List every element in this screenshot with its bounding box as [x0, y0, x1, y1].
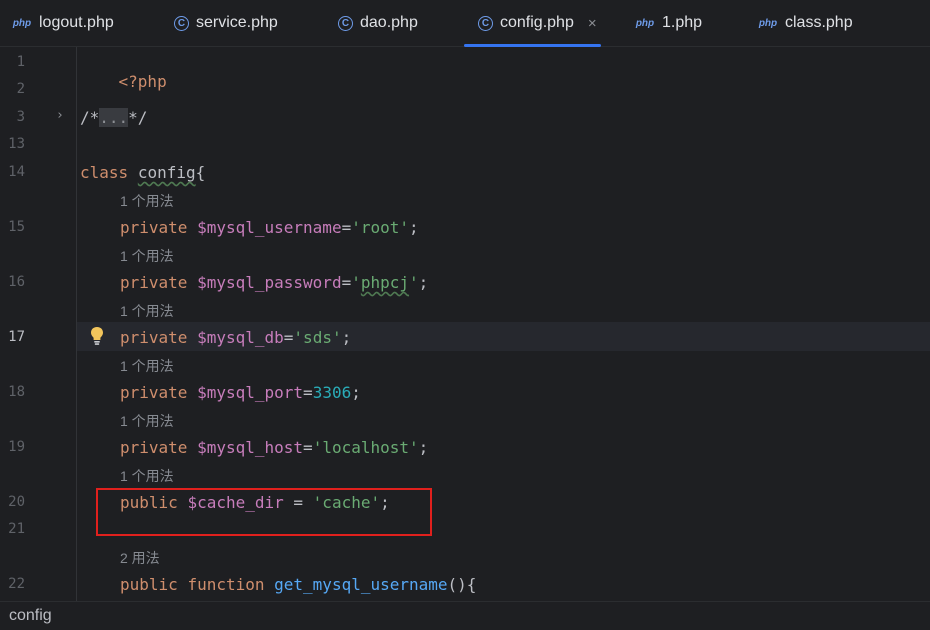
tab-service-php[interactable]: C service.php	[174, 0, 278, 46]
code-line-14: class config{	[80, 163, 205, 182]
parens: (){	[447, 575, 477, 594]
tab-label: 1.php	[662, 14, 703, 31]
variable: $mysql_port	[197, 383, 304, 402]
tab-dao-php[interactable]: C dao.php	[338, 0, 418, 46]
line-number: 22	[8, 576, 25, 592]
line-number: 21	[8, 521, 25, 537]
string: 'root'	[351, 218, 410, 237]
tab-logout-php[interactable]: php logout.php	[12, 0, 114, 46]
comment-open: /*	[80, 108, 100, 127]
line-number: 13	[8, 136, 25, 152]
keyword: public	[120, 575, 178, 594]
semicolon: ;	[409, 218, 419, 237]
php-file-icon: php	[12, 17, 32, 29]
usage-hint[interactable]: 1 个用法	[120, 466, 174, 486]
number: 3306	[312, 383, 352, 402]
line-number: 18	[8, 384, 25, 400]
function-name: get_mysql_username	[274, 575, 448, 594]
line-number: 1	[16, 54, 25, 70]
keyword: private	[120, 383, 188, 402]
string-quote: '	[351, 273, 361, 292]
class-file-icon: C	[478, 15, 493, 31]
code-line-16: private $mysql_password='phpcj';	[120, 273, 428, 292]
keyword: private	[120, 273, 188, 292]
keyword: private	[120, 218, 188, 237]
semicolon: ;	[418, 273, 429, 292]
fold-expand-icon[interactable]: ›	[56, 108, 64, 123]
code-line-15: private $mysql_username='root';	[120, 218, 419, 237]
variable: $mysql_password	[197, 273, 342, 292]
highlight-annotation-box	[96, 488, 432, 536]
line-number: 19	[8, 439, 25, 455]
code-line-17: private $mysql_db='sds';	[120, 328, 351, 347]
string-quote: '	[409, 273, 419, 292]
operator: =	[303, 438, 313, 457]
close-icon[interactable]: ×	[588, 15, 597, 32]
line-number: 14	[8, 164, 25, 180]
tab-1-php[interactable]: php 1.php	[635, 0, 702, 46]
operator: =	[303, 383, 313, 402]
variable: $mysql_username	[197, 218, 342, 237]
code-line-3: /*...*/	[80, 108, 147, 127]
string: 'sds'	[293, 328, 342, 347]
line-number-current: 17	[8, 329, 25, 345]
usage-hint[interactable]: 1 个用法	[120, 246, 174, 266]
php-file-icon: php	[635, 17, 655, 29]
breadcrumb-bar: config	[0, 601, 930, 630]
tab-label: logout.php	[39, 14, 114, 31]
brace: {	[195, 163, 206, 182]
semicolon: ;	[341, 328, 352, 347]
usage-hint[interactable]: 1 个用法	[120, 301, 174, 321]
usage-hint[interactable]: 2 用法	[120, 548, 160, 568]
code-line-18: private $mysql_port=3306;	[120, 383, 361, 402]
class-name: config	[137, 163, 196, 182]
class-file-icon: C	[174, 15, 189, 31]
tab-label: service.php	[196, 14, 278, 31]
keyword: class	[80, 163, 129, 182]
line-number: 3	[16, 109, 25, 125]
keyword: function	[187, 575, 265, 594]
folded-comment-placeholder[interactable]: ...	[99, 108, 129, 127]
operator: =	[283, 328, 294, 347]
line-number: 20	[8, 494, 25, 510]
line-number: 2	[16, 81, 25, 97]
line-number: 15	[8, 219, 25, 235]
semicolon: ;	[351, 383, 361, 402]
string: 'localhost'	[312, 438, 419, 457]
tab-label: class.php	[785, 14, 853, 31]
code-line-22: public function get_mysql_username(){	[120, 575, 476, 594]
comment-close: */	[128, 108, 148, 127]
editor-tab-bar: php logout.php C service.php C dao.php C…	[0, 0, 930, 47]
usage-hint[interactable]: 1 个用法	[120, 411, 174, 431]
php-open-tag: <?php	[118, 72, 167, 91]
code-line-19: private $mysql_host='localhost';	[120, 438, 428, 457]
usage-hint[interactable]: 1 个用法	[120, 191, 174, 211]
keyword: private	[120, 328, 188, 347]
operator: =	[341, 218, 352, 237]
tab-label: config.php	[500, 14, 574, 31]
class-file-icon: C	[338, 15, 353, 31]
keyword: private	[120, 438, 188, 457]
line-number-gutter[interactable]: 1 2 3 › 13 14 15 16 17 18 19 20 21 22	[0, 47, 77, 601]
code-line-1: <?php	[80, 53, 167, 110]
tab-config-php[interactable]: C config.php ×	[464, 0, 601, 47]
php-file-icon: php	[758, 17, 778, 29]
semicolon: ;	[418, 438, 429, 457]
breadcrumb-item[interactable]: config	[9, 607, 52, 625]
usage-hint[interactable]: 1 个用法	[120, 356, 174, 376]
tab-label: dao.php	[360, 14, 418, 31]
variable: $mysql_db	[197, 328, 284, 347]
line-number: 16	[8, 274, 25, 290]
tab-class-php[interactable]: php class.php	[758, 0, 853, 46]
operator: =	[341, 273, 352, 292]
variable: $mysql_host	[197, 438, 304, 457]
string: phpcj	[360, 273, 410, 292]
